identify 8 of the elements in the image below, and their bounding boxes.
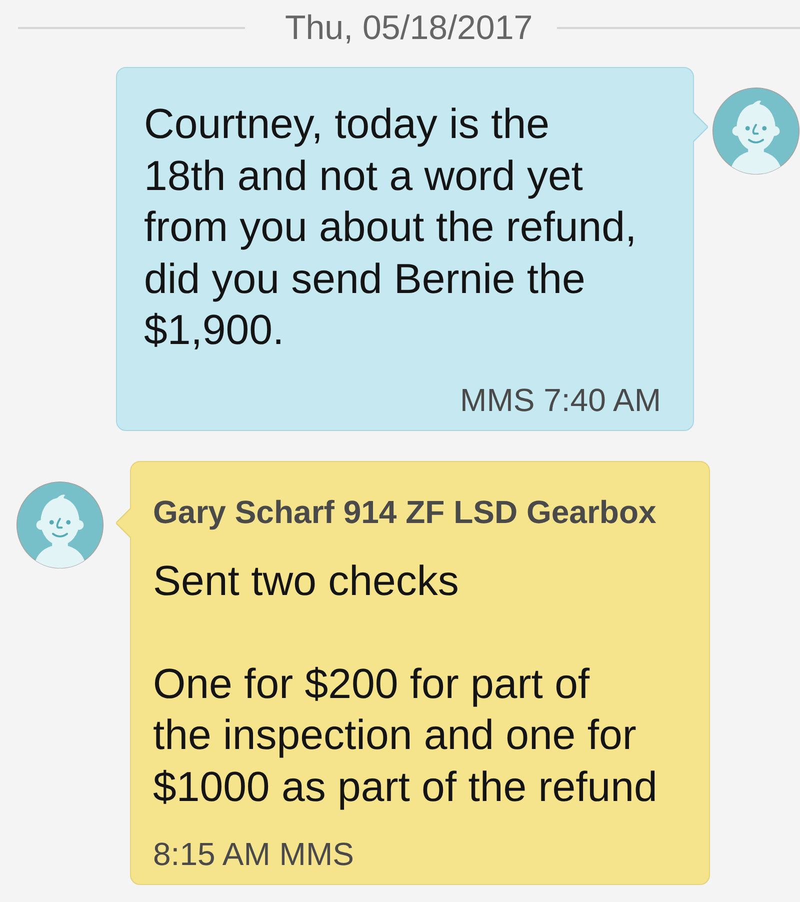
message-text: Sent two checks One for $200 for part of the inspection and one for $1000 as part of the refund <box>153 556 658 812</box>
avatar-icon[interactable] <box>712 87 800 175</box>
sender-name: Gary Scharf 914 ZF LSD Gearbox <box>153 492 658 532</box>
avatar-icon[interactable] <box>16 480 104 568</box>
date-label: Thu, 05/18/2017 <box>285 8 533 48</box>
message-text: Courtney, today is the 18th and not a word yet from you about the refund, did you send Bernie the $1,900. <box>144 99 638 355</box>
message-meta: MMS 7:40 AM <box>459 380 661 420</box>
message-meta: 8:15 AM MMS <box>153 835 355 874</box>
